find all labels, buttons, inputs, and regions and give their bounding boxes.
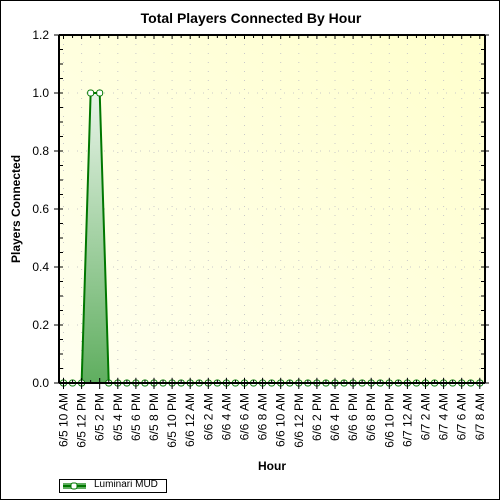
x-tick-label: 6/5 2 PM — [93, 393, 107, 441]
y-tick-label: 0.2 — [32, 318, 49, 332]
legend-series-icon — [63, 482, 86, 490]
x-tick-label: 6/6 10 PM — [382, 393, 396, 448]
y-tick-label: 1.0 — [32, 86, 49, 100]
x-tick-label: 6/6 8 PM — [364, 393, 378, 441]
y-tick-label: 0.6 — [32, 202, 49, 216]
chart-svg: 0.0 0.2 0.4 0.6 0.8 1.0 1.2 6/5 10 AM 6/5 12 PM 6… — [9, 28, 489, 473]
y-tick-label: 0.4 — [32, 260, 49, 274]
x-tick-label: 6/5 4 PM — [111, 393, 125, 441]
x-tick-label: 6/6 2 AM — [201, 393, 215, 440]
y-axis-title: Players Connected — [9, 155, 23, 263]
x-tick-label: 6/7 8 AM — [473, 393, 487, 440]
x-tick-label: 6/6 4 PM — [328, 393, 342, 441]
x-tick-label: 6/5 10 PM — [165, 393, 179, 448]
x-tick-label: 6/6 4 AM — [219, 393, 233, 440]
x-tick-label: 6/5 12 PM — [75, 393, 89, 448]
x-tick-label: 6/6 2 PM — [310, 393, 324, 441]
legend-label: Luminari MUD — [94, 479, 158, 490]
chart-frame: Total Players Connected By Hour 0.0 0.2 0.… — [0, 0, 500, 500]
legend: Luminari MUD — [59, 479, 167, 493]
data-point — [87, 89, 95, 97]
x-tick-label: 6/7 6 AM — [455, 393, 469, 440]
data-point — [96, 89, 104, 97]
y-tick-label: 0.0 — [32, 376, 49, 390]
x-axis-title: Hour — [258, 459, 286, 473]
x-tick-label: 6/7 4 AM — [437, 393, 451, 440]
x-tick-label: 6/5 6 PM — [129, 393, 143, 441]
x-tick-label: 6/6 6 PM — [346, 393, 360, 441]
x-tick-label: 6/6 6 AM — [238, 393, 252, 440]
x-tick-label: 6/7 12 AM — [400, 393, 414, 447]
y-tick-label: 1.2 — [32, 28, 49, 42]
y-tick-label: 0.8 — [32, 144, 49, 158]
x-tick-label: 6/6 8 AM — [256, 393, 270, 440]
x-tick-label: 6/5 8 PM — [147, 393, 161, 441]
x-tick-label: 6/6 10 AM — [274, 393, 288, 447]
x-tick-label: 6/5 10 AM — [57, 393, 71, 447]
x-tick-label: 6/6 12 AM — [183, 393, 197, 447]
x-tick-label: 6/7 2 AM — [419, 393, 433, 440]
x-tick-label: 6/6 12 PM — [292, 393, 306, 448]
